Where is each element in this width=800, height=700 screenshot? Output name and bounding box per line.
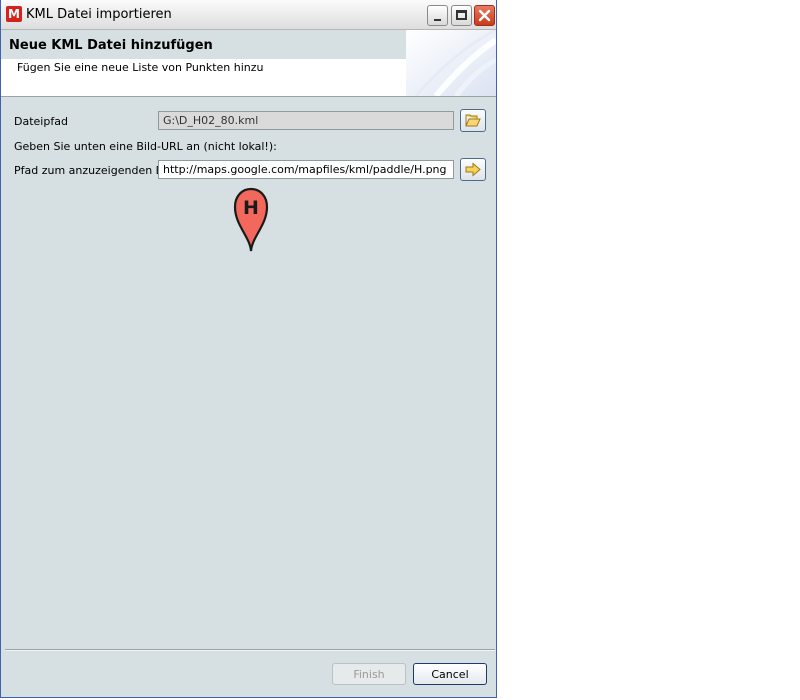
arrow-right-icon [465,162,481,177]
page-title: Neue KML Datei hinzufügen [9,38,213,53]
file-path-field: G:\D_H02_80.kml [158,111,454,130]
page-description: Fügen Sie eine neue Liste von Punkten hi… [17,61,264,74]
image-preview: H [233,187,269,252]
maximize-button[interactable] [451,5,472,26]
image-path-input[interactable] [158,160,454,179]
finish-button[interactable]: Finish [332,663,406,685]
image-url-hint: Geben Sie unten eine Bild-URL an (nicht … [14,140,277,153]
apply-image-button[interactable] [460,158,486,181]
marker-letter: H [243,197,259,219]
browse-button[interactable] [460,109,486,132]
cancel-button[interactable]: Cancel [413,663,487,685]
window-title: KML Datei importieren [26,7,172,22]
minimize-icon [434,19,441,21]
app-logo-icon: M [6,6,22,22]
image-path-label: Pfad zum anzuzeigenden Bild [14,164,177,177]
close-icon [478,9,491,22]
title-bar[interactable]: M KML Datei importieren [1,0,496,30]
close-button[interactable] [474,5,495,26]
footer-divider [5,649,495,651]
minimize-button[interactable] [427,5,448,26]
file-path-label: Dateipfad [14,115,68,128]
wizard-header: Neue KML Datei hinzufügen Fügen Sie eine… [1,30,496,97]
maximize-icon [456,10,467,20]
folder-open-icon [465,114,481,127]
kml-import-dialog: M KML Datei importieren Neue KML Datei h… [0,0,497,698]
header-decoration [406,30,496,96]
